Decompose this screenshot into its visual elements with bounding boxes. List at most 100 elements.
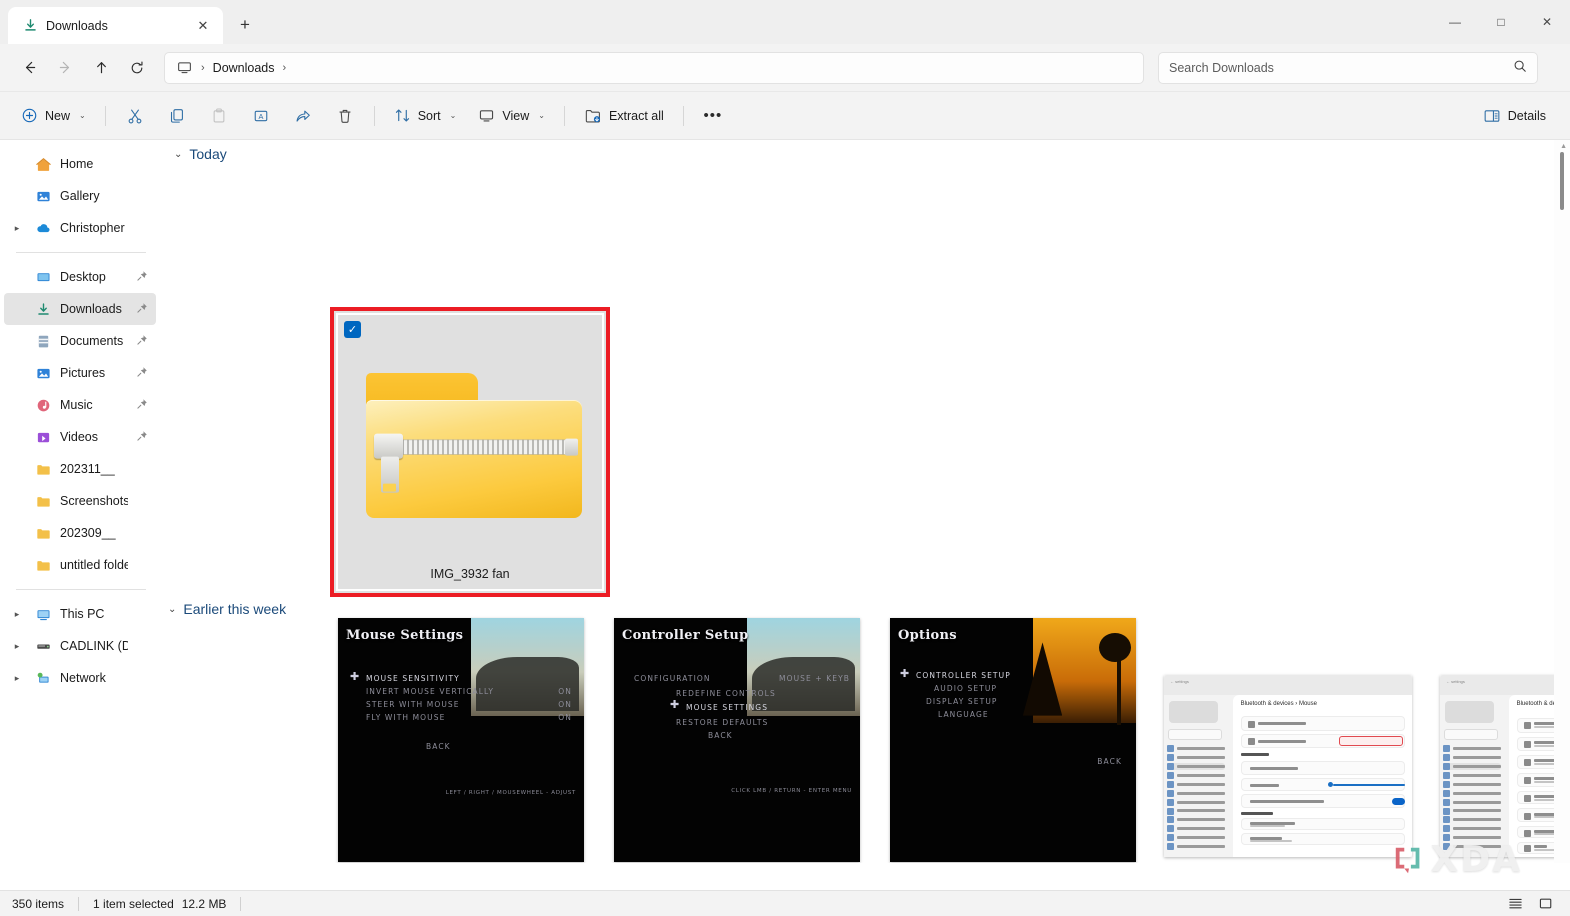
- thumbnail-row: INVERT MOUSE VERTICALLY: [366, 687, 495, 696]
- thumbnail-row: MOUSE SETTINGS: [686, 703, 769, 712]
- pin-icon[interactable]: [136, 430, 150, 445]
- group-header-today[interactable]: ⌄ Today: [166, 140, 1570, 166]
- toolbar-separator: [104, 105, 106, 126]
- sidebar-item-this-pc[interactable]: ▸ This PC: [4, 598, 156, 630]
- close-window-icon[interactable]: ✕: [1524, 0, 1570, 44]
- breadcrumb[interactable]: › Downloads ›: [164, 51, 1144, 84]
- chevron-down-icon[interactable]: ⌄: [174, 149, 182, 160]
- chevron-down-icon[interactable]: ⌄: [168, 604, 176, 615]
- item-count-label: 350 items: [12, 896, 65, 911]
- tab-label: Downloads: [46, 18, 108, 33]
- chevron-right-icon[interactable]: ▸: [8, 641, 26, 652]
- sidebar-item-music[interactable]: Music: [4, 389, 156, 421]
- details-pane-button[interactable]: Details: [1473, 100, 1556, 132]
- view-toggles: [1502, 893, 1558, 915]
- pin-icon[interactable]: [136, 334, 150, 349]
- pin-icon[interactable]: [136, 302, 150, 317]
- pin-icon[interactable]: [136, 366, 150, 381]
- search-icon[interactable]: [1513, 59, 1527, 76]
- up-button[interactable]: [84, 51, 118, 85]
- sidebar-item-videos[interactable]: Videos: [4, 421, 156, 453]
- view-button[interactable]: View ⌄: [468, 100, 555, 132]
- share-button[interactable]: [283, 100, 323, 132]
- back-button[interactable]: [12, 51, 46, 85]
- search-box[interactable]: [1158, 51, 1538, 84]
- sidebar-item-documents[interactable]: Documents: [4, 325, 156, 357]
- minimize-icon[interactable]: —: [1432, 0, 1478, 44]
- sidebar-item-202311[interactable]: 202311__: [4, 453, 156, 485]
- sidebar-item-202309[interactable]: 202309__: [4, 517, 156, 549]
- sidebar-item-untitled-folder[interactable]: untitled folder: [4, 549, 156, 581]
- breadcrumb-current[interactable]: Downloads: [213, 61, 275, 75]
- sidebar-item-label: Screenshots: [60, 494, 128, 508]
- window-controls: — □ ✕: [1432, 0, 1570, 44]
- file-name-label: IMG_3932 fan: [430, 567, 510, 581]
- file-thumbnail: ← settings: [1440, 675, 1570, 857]
- desktop-icon: [34, 270, 52, 285]
- chevron-right-icon[interactable]: ▸: [8, 673, 26, 684]
- scroll-up-icon[interactable]: ▲: [1560, 143, 1567, 150]
- selection-size-label: 12.2 MB: [181, 896, 227, 911]
- chevron-right-icon[interactable]: ▸: [8, 223, 26, 234]
- pin-icon[interactable]: [136, 398, 150, 413]
- rename-button[interactable]: A: [241, 100, 281, 132]
- extract-all-button[interactable]: Extract all: [574, 100, 674, 132]
- sidebar-item-screenshots[interactable]: Screenshots: [4, 485, 156, 517]
- sidebar-item-downloads[interactable]: Downloads: [4, 293, 156, 325]
- sidebar-item-pictures[interactable]: Pictures: [4, 357, 156, 389]
- file-item-selected[interactable]: ✓ IMG_3932 fan: [330, 307, 610, 597]
- thumbnail-back: BACK: [708, 731, 733, 740]
- file-item[interactable]: ← settings: [1164, 675, 1416, 863]
- group-label: Earlier this week: [183, 601, 287, 617]
- thumbnail-value: ON: [558, 700, 572, 709]
- thumbnail-title: Options: [898, 628, 957, 643]
- sidebar-item-desktop[interactable]: Desktop: [4, 261, 156, 293]
- file-item[interactable]: Options CONTROLLER SETUP ✚ AUDIO SETUP D…: [890, 618, 1140, 863]
- pin-icon[interactable]: [136, 270, 150, 285]
- file-thumbnail: ← settings: [1164, 675, 1412, 857]
- copy-button[interactable]: [157, 100, 197, 132]
- thumbnail-title: Mouse Settings: [346, 628, 464, 643]
- search-input[interactable]: [1169, 60, 1513, 75]
- large-icons-view-icon[interactable]: [1532, 893, 1558, 915]
- tab-downloads[interactable]: Downloads ✕: [8, 7, 223, 44]
- selection-checkbox[interactable]: ✓: [344, 321, 361, 338]
- new-button[interactable]: New ⌄: [14, 100, 96, 132]
- list-view-icon[interactable]: [1502, 893, 1528, 915]
- file-list[interactable]: ⌄ Today ✓ IMG_3932 fan ⌄ Earlier this we…: [160, 140, 1570, 863]
- forward-button[interactable]: [48, 51, 82, 85]
- chevron-down-icon: ⌄: [449, 111, 457, 120]
- more-options-button[interactable]: •••: [693, 100, 733, 132]
- file-item[interactable]: Mouse Settings MOUSE SENSITIVITY ✚ INVER…: [338, 618, 588, 863]
- videos-icon: [34, 430, 52, 445]
- sort-button[interactable]: Sort ⌄: [384, 100, 467, 132]
- sidebar-divider-2: [16, 589, 146, 590]
- sidebar-item-home[interactable]: Home: [4, 148, 156, 180]
- cursor-icon: ✚: [670, 698, 680, 711]
- folder-icon: [34, 462, 52, 477]
- close-icon[interactable]: ✕: [191, 14, 215, 38]
- scrollbar-thumb[interactable]: [1560, 152, 1564, 210]
- gallery-icon: [34, 189, 52, 204]
- thumbnail-hint: LEFT / RIGHT / MOUSEWHEEL - ADJUST: [445, 790, 576, 796]
- new-tab-button[interactable]: +: [229, 9, 261, 41]
- sidebar-item-gallery[interactable]: Gallery: [4, 180, 156, 212]
- chevron-down-icon: ⌄: [538, 111, 545, 120]
- main-area: Home Gallery ▸ Christopher - Perso: [0, 140, 1570, 863]
- sidebar-item-onedrive[interactable]: ▸ Christopher - Perso: [4, 212, 156, 244]
- vertical-scrollbar[interactable]: ▲: [1554, 140, 1570, 863]
- pictures-icon: [34, 366, 52, 381]
- maximize-icon[interactable]: □: [1478, 0, 1524, 44]
- refresh-button[interactable]: [120, 51, 154, 85]
- view-label: View: [502, 108, 530, 123]
- delete-button[interactable]: [325, 100, 365, 132]
- sidebar-item-cadlink-d[interactable]: ▸ CADLINK (D:): [4, 630, 156, 662]
- cut-button[interactable]: [115, 100, 155, 132]
- sidebar-item-network[interactable]: ▸ Network: [4, 662, 156, 694]
- file-item[interactable]: ← settings: [1440, 675, 1570, 863]
- file-item[interactable]: Controller Setup CONFIGURATION MOUSE + K…: [614, 618, 864, 863]
- chevron-right-icon[interactable]: ▸: [8, 609, 26, 620]
- group-header-earlier-this-week[interactable]: ⌄ Earlier this week: [160, 595, 286, 621]
- breadcrumb-separator-trailing[interactable]: ›: [279, 62, 291, 74]
- thumbnail-hint: CLICK LMB / RETURN - ENTER MENU: [731, 788, 852, 794]
